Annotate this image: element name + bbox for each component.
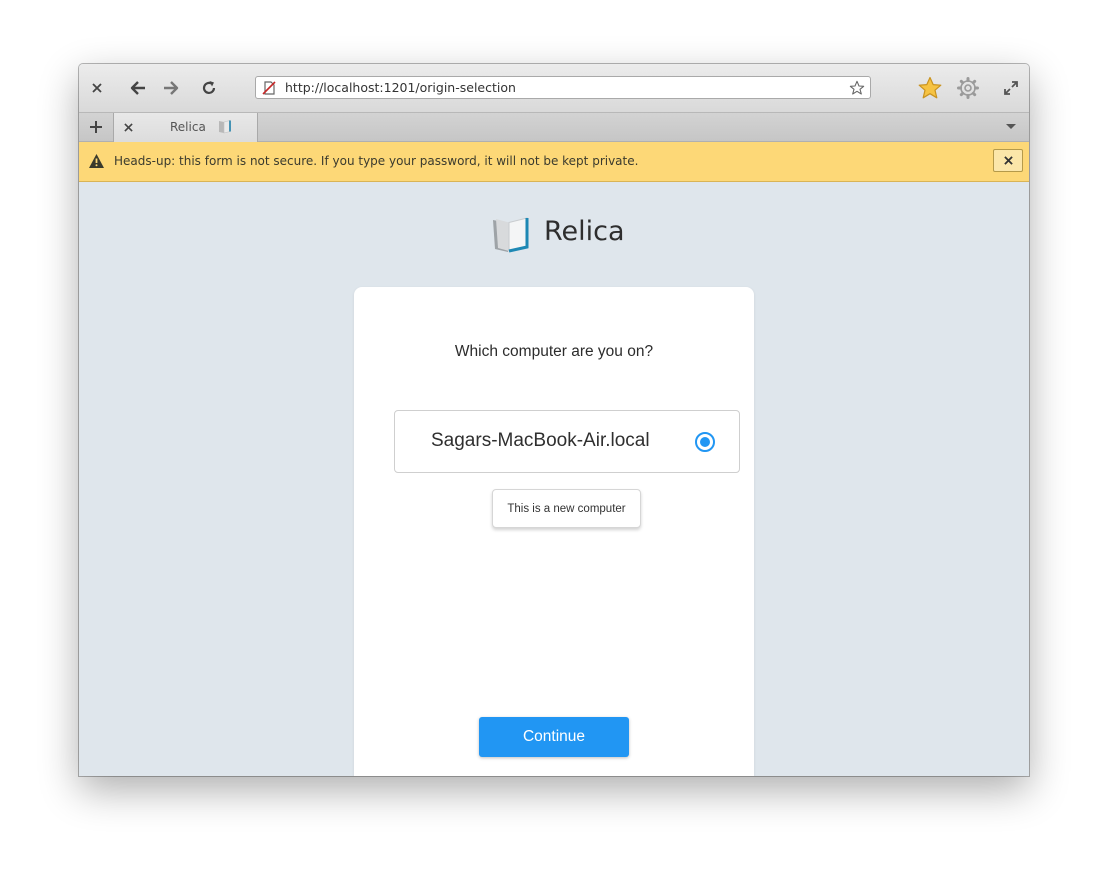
close-tab-icon[interactable]	[116, 115, 140, 139]
new-tab-plus-icon[interactable]	[84, 115, 108, 139]
warning-triangle-icon	[88, 153, 105, 174]
new-computer-button[interactable]: This is a new computer	[492, 489, 641, 528]
settings-gear-icon[interactable]	[956, 76, 980, 100]
infobar-close-button[interactable]	[993, 149, 1023, 172]
question-heading: Which computer are you on?	[454, 343, 654, 360]
tab-bar: Relica	[79, 112, 1029, 142]
computer-option-label: Sagars-MacBook-Air.local	[431, 430, 650, 451]
infobar-message: Heads-up: this form is not secure. If yo…	[114, 154, 639, 168]
radio-dot	[700, 437, 710, 447]
browser-window: http://localhost:1201/origin-selection R…	[79, 64, 1029, 776]
origin-selection-card: Which computer are you on? Sagars-MacBoo…	[354, 287, 754, 776]
reload-icon[interactable]	[197, 76, 221, 100]
back-arrow-icon[interactable]	[126, 76, 150, 100]
close-window-icon[interactable]	[85, 76, 109, 100]
tab-relica[interactable]: Relica	[113, 113, 258, 142]
tab-list-dropdown-icon[interactable]	[999, 115, 1023, 139]
bookmark-star-icon[interactable]	[918, 76, 942, 100]
tab-favicon-icon	[218, 119, 232, 139]
tab-label: Relica	[170, 120, 206, 134]
address-bar[interactable]: http://localhost:1201/origin-selection	[255, 76, 871, 99]
computer-option[interactable]: Sagars-MacBook-Air.local	[394, 410, 740, 473]
continue-button[interactable]: Continue	[479, 717, 629, 757]
computer-radio-selected[interactable]	[695, 432, 715, 452]
app-name: Relica	[544, 216, 625, 247]
forward-arrow-icon[interactable]	[159, 76, 183, 100]
fullscreen-icon[interactable]	[999, 76, 1023, 100]
browser-toolbar: http://localhost:1201/origin-selection	[79, 64, 1029, 112]
security-infobar: Heads-up: this form is not secure. If yo…	[79, 142, 1029, 182]
insecure-page-icon[interactable]	[261, 79, 279, 97]
relica-logo	[491, 216, 533, 254]
url-text[interactable]: http://localhost:1201/origin-selection	[285, 80, 849, 95]
bookmark-outline-star-icon[interactable]	[849, 79, 867, 97]
